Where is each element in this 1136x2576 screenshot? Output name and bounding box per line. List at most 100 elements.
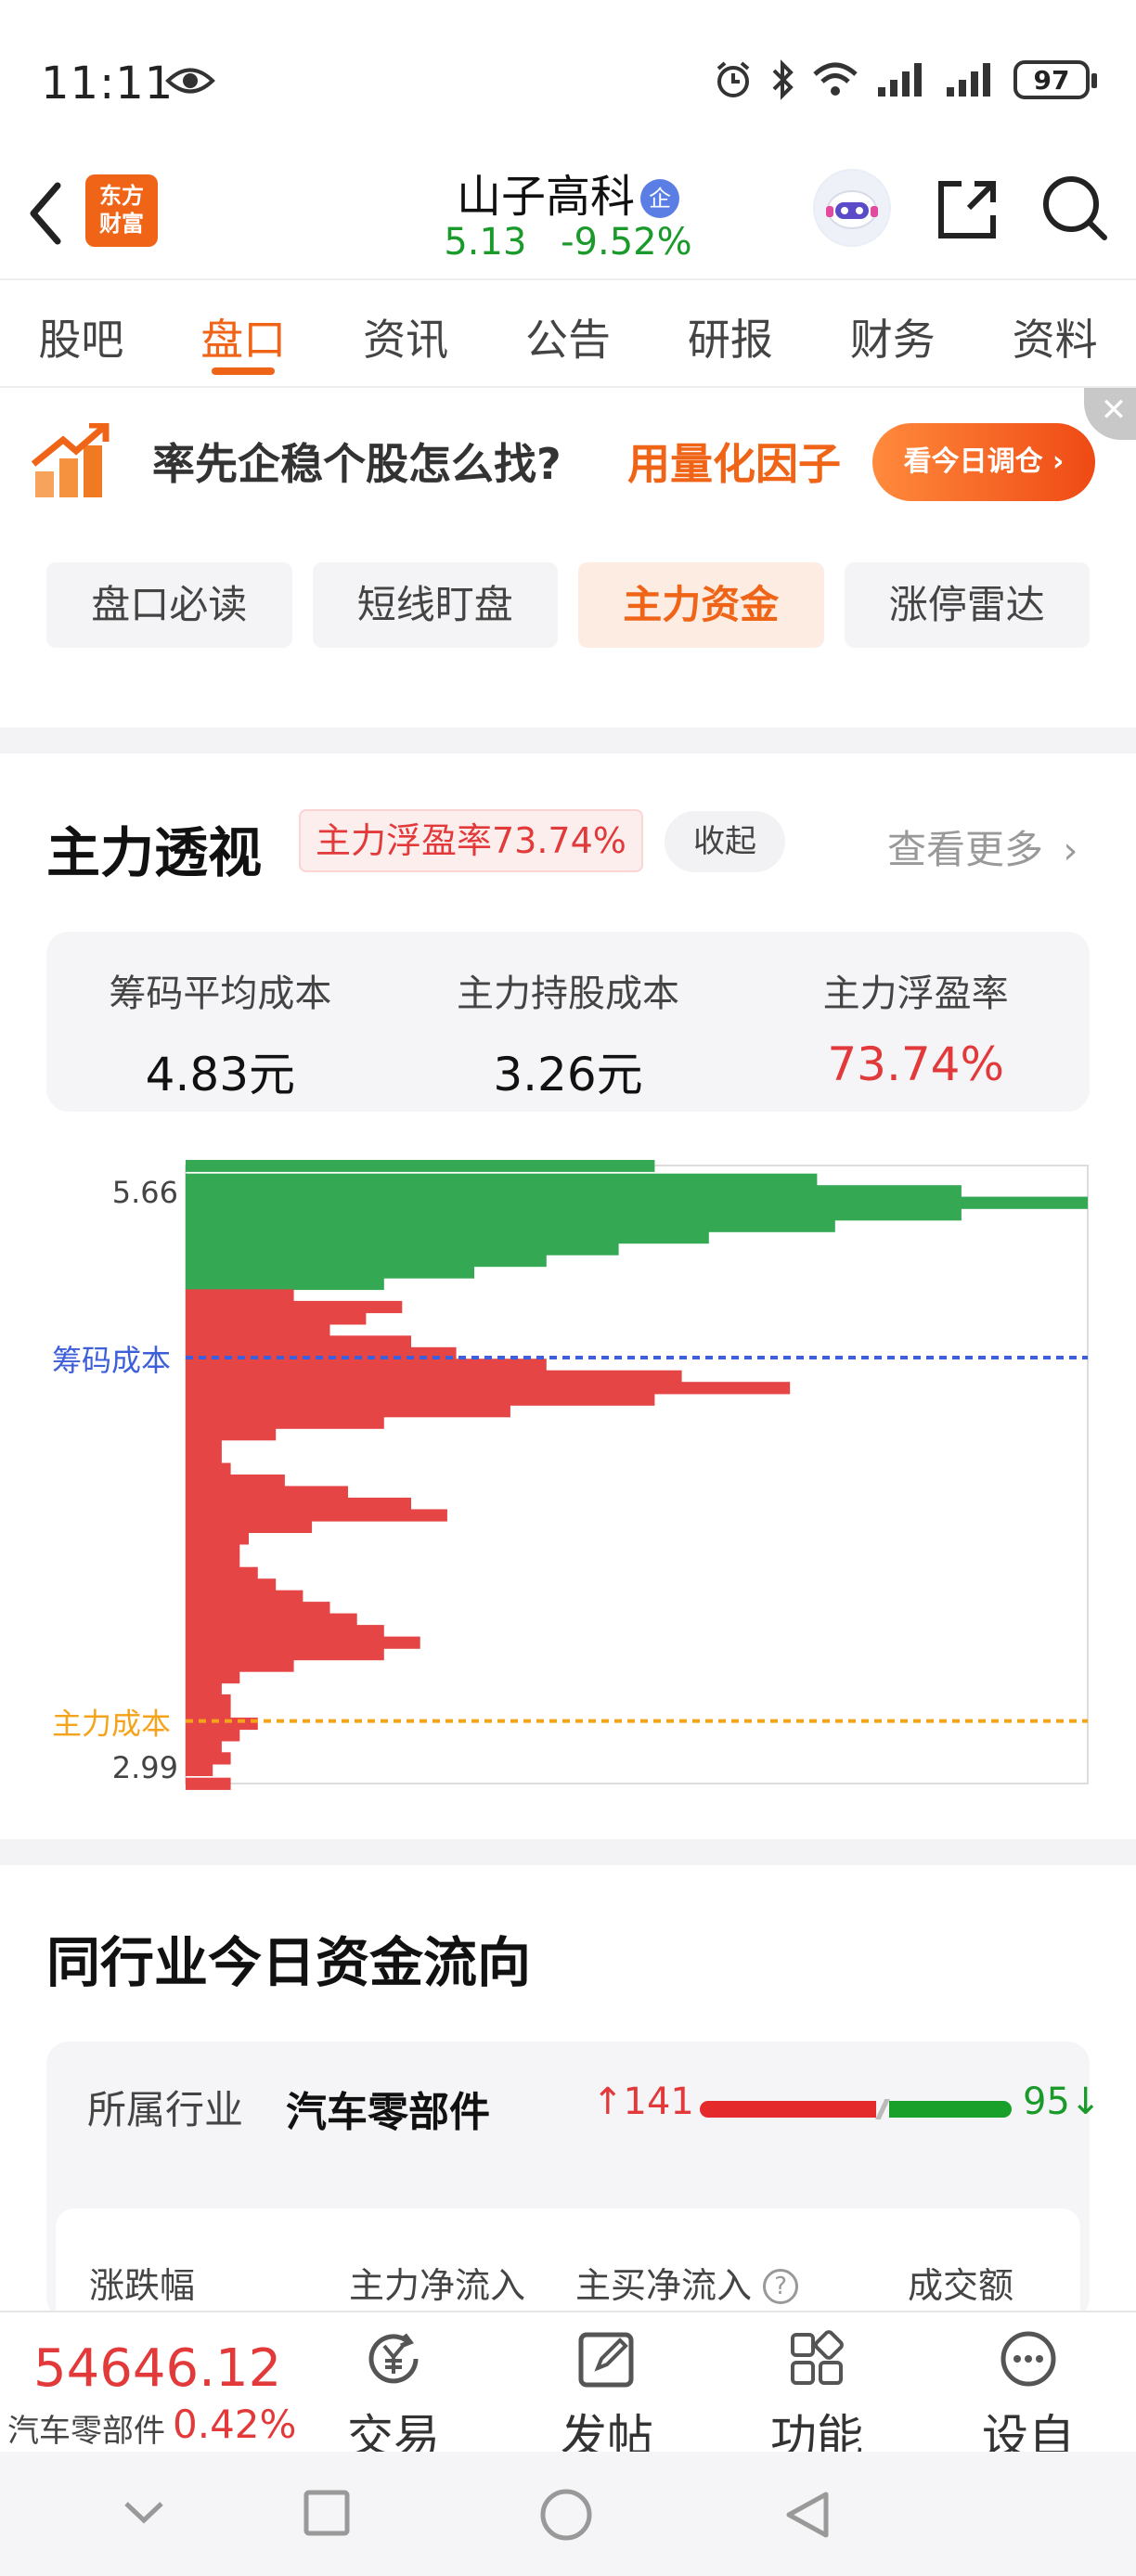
section-divider (0, 1839, 1136, 1865)
back-triangle-icon[interactable] (781, 2489, 833, 2541)
industry-index-value[interactable]: 54646.12 (33, 2338, 281, 2399)
chip-bar (186, 1393, 655, 1406)
system-navigation-bar (0, 2452, 1136, 2576)
search-icon[interactable] (1039, 171, 1110, 245)
chip-bar (186, 1717, 258, 1731)
tab-research[interactable]: 研报 (649, 280, 811, 386)
chip-bar (186, 1659, 294, 1672)
stat-label: 筹码平均成本 (109, 972, 332, 1015)
y-axis-top-label: 5.66 (112, 1175, 178, 1210)
chip-bar (186, 1451, 222, 1464)
chip-bar (186, 1486, 348, 1499)
col-header-turnover[interactable]: 成交额 (908, 2257, 1013, 2308)
help-icon[interactable]: ? (763, 2269, 799, 2304)
stat-value: 3.26元 (493, 1048, 643, 1101)
section-title-industry-flow: 同行业今日资金流向 (46, 1931, 532, 1994)
chip-bar (186, 1312, 367, 1325)
chip-bar (186, 1625, 384, 1638)
chip-bar (186, 1648, 384, 1661)
tab-profile[interactable]: 资料 (974, 280, 1136, 386)
col-header-main-inflow[interactable]: 主力净流入 (349, 2257, 525, 2308)
chip-bar (186, 1370, 682, 1383)
see-more-link[interactable]: 查看更多 › (887, 818, 1078, 875)
industry-name[interactable]: 汽车零部件 (286, 2079, 490, 2138)
stat-avg-cost: 筹码平均成本 4.83元 (46, 932, 394, 1112)
cost-stats-card: 筹码平均成本 4.83元 主力持股成本 3.26元 主力浮盈率 73.74% (46, 932, 1090, 1112)
tab-pankou[interactable]: 盘口 (162, 280, 325, 386)
industry-index-name: 汽车零部件 (7, 2413, 165, 2450)
tab-announcements[interactable]: 公告 (487, 280, 650, 386)
chip-bar (186, 1752, 231, 1765)
chip-bar (186, 1636, 420, 1649)
chip-bar (186, 1266, 474, 1279)
stock-change: -9.52% (561, 221, 692, 264)
nav-trade-button[interactable]: 交易 (329, 2325, 458, 2467)
chip-bar (186, 1196, 1088, 1209)
arrow-down-icon: ↓ (1069, 2080, 1102, 2123)
home-icon[interactable] (538, 2487, 594, 2543)
col-header-change[interactable]: 涨跌幅 (89, 2257, 195, 2308)
alarm-icon (716, 61, 750, 97)
collapse-button[interactable]: 收起 (665, 811, 785, 872)
chip-bar (186, 1405, 510, 1418)
subtab-main-funds[interactable]: 主力资金 (578, 562, 824, 648)
falling-count-value: 95 (1023, 2080, 1070, 2123)
subtab-short-term[interactable]: 短线盯盘 (312, 562, 558, 648)
chip-bar (186, 1777, 231, 1790)
promo-banner[interactable]: 率先企稳个股怎么找? 用量化因子 看今日调仓 › ✕ (0, 388, 1136, 527)
banner-close-button[interactable]: ✕ (1084, 388, 1136, 440)
chip-bar (186, 1382, 791, 1395)
tab-news[interactable]: 资讯 (325, 280, 487, 386)
stock-name-text: 山子高科 (456, 171, 635, 223)
stock-price: 5.13 (444, 221, 527, 264)
falling-ratio-bar (889, 2101, 1012, 2118)
chip-bar (186, 1219, 835, 1232)
stat-label: 主力浮盈率 (822, 972, 1009, 1015)
subtab-limit-up-radar[interactable]: 涨停雷达 (844, 562, 1090, 648)
share-icon[interactable] (932, 174, 1002, 245)
chip-bar (186, 1694, 231, 1707)
see-more-text: 查看更多 (887, 827, 1044, 872)
chip-bar (186, 1763, 213, 1776)
chip-bar (186, 1590, 303, 1603)
tab-finance[interactable]: 财务 (811, 280, 974, 386)
stat-label: 主力持股成本 (457, 972, 679, 1015)
industry-flow-card: 所属行业 汽车零部件 ↑141 95↓ 涨跌幅 主力净流入 主买净流入 ? 成交… (46, 2041, 1101, 2338)
nav-post-button[interactable]: 发帖 (542, 2325, 672, 2467)
tab-guba[interactable]: 股吧 (0, 280, 162, 386)
ai-robot-icon[interactable] (813, 169, 891, 247)
industry-label: 所属行业 (87, 2087, 244, 2132)
stat-value: 73.74% (827, 1037, 1004, 1091)
chip-bar (186, 1520, 313, 1533)
chip-bar (186, 1335, 411, 1348)
chip-bar (186, 1671, 240, 1684)
recent-apps-icon[interactable] (303, 2489, 351, 2537)
collapse-down-icon[interactable] (121, 2494, 167, 2531)
chip-bar (186, 1160, 655, 1172)
chip-bar (186, 1323, 330, 1336)
edit-icon (578, 2332, 634, 2388)
chip-bar (186, 1682, 222, 1695)
sub-tabs: 盘口必读 短线盯盘 主力资金 涨停雷达 (46, 562, 1090, 648)
banner-cta-button[interactable]: 看今日调仓 › (872, 423, 1095, 501)
stat-main-cost: 主力持股成本 3.26元 (394, 932, 742, 1112)
stat-float-profit: 主力浮盈率 73.74% (742, 932, 1090, 1112)
signal-icon (878, 63, 922, 97)
stat-value: 4.83元 (145, 1048, 295, 1101)
rising-count-value: 141 (623, 2080, 694, 2123)
subtab-must-read[interactable]: 盘口必读 (46, 562, 292, 648)
chip-bar (186, 1555, 240, 1568)
chip-bar (186, 1243, 619, 1256)
chip-bar (186, 1566, 258, 1579)
chip-bar (186, 1475, 285, 1488)
chip-bar (186, 1300, 403, 1314)
chip-bar (186, 1289, 294, 1302)
chip-bar (186, 1729, 240, 1742)
nav-functions-button[interactable]: 功能 (752, 2325, 882, 2467)
chip-bar (186, 1543, 240, 1556)
col-header-buy-inflow[interactable]: 主买净流入 ? (575, 2257, 799, 2308)
bluetooth-icon (772, 59, 794, 100)
chip-bar (186, 1255, 547, 1268)
signal-icon-2 (947, 63, 990, 97)
main-tabs: 股吧 盘口 资讯 公告 研报 财务 资料 (0, 278, 1136, 388)
